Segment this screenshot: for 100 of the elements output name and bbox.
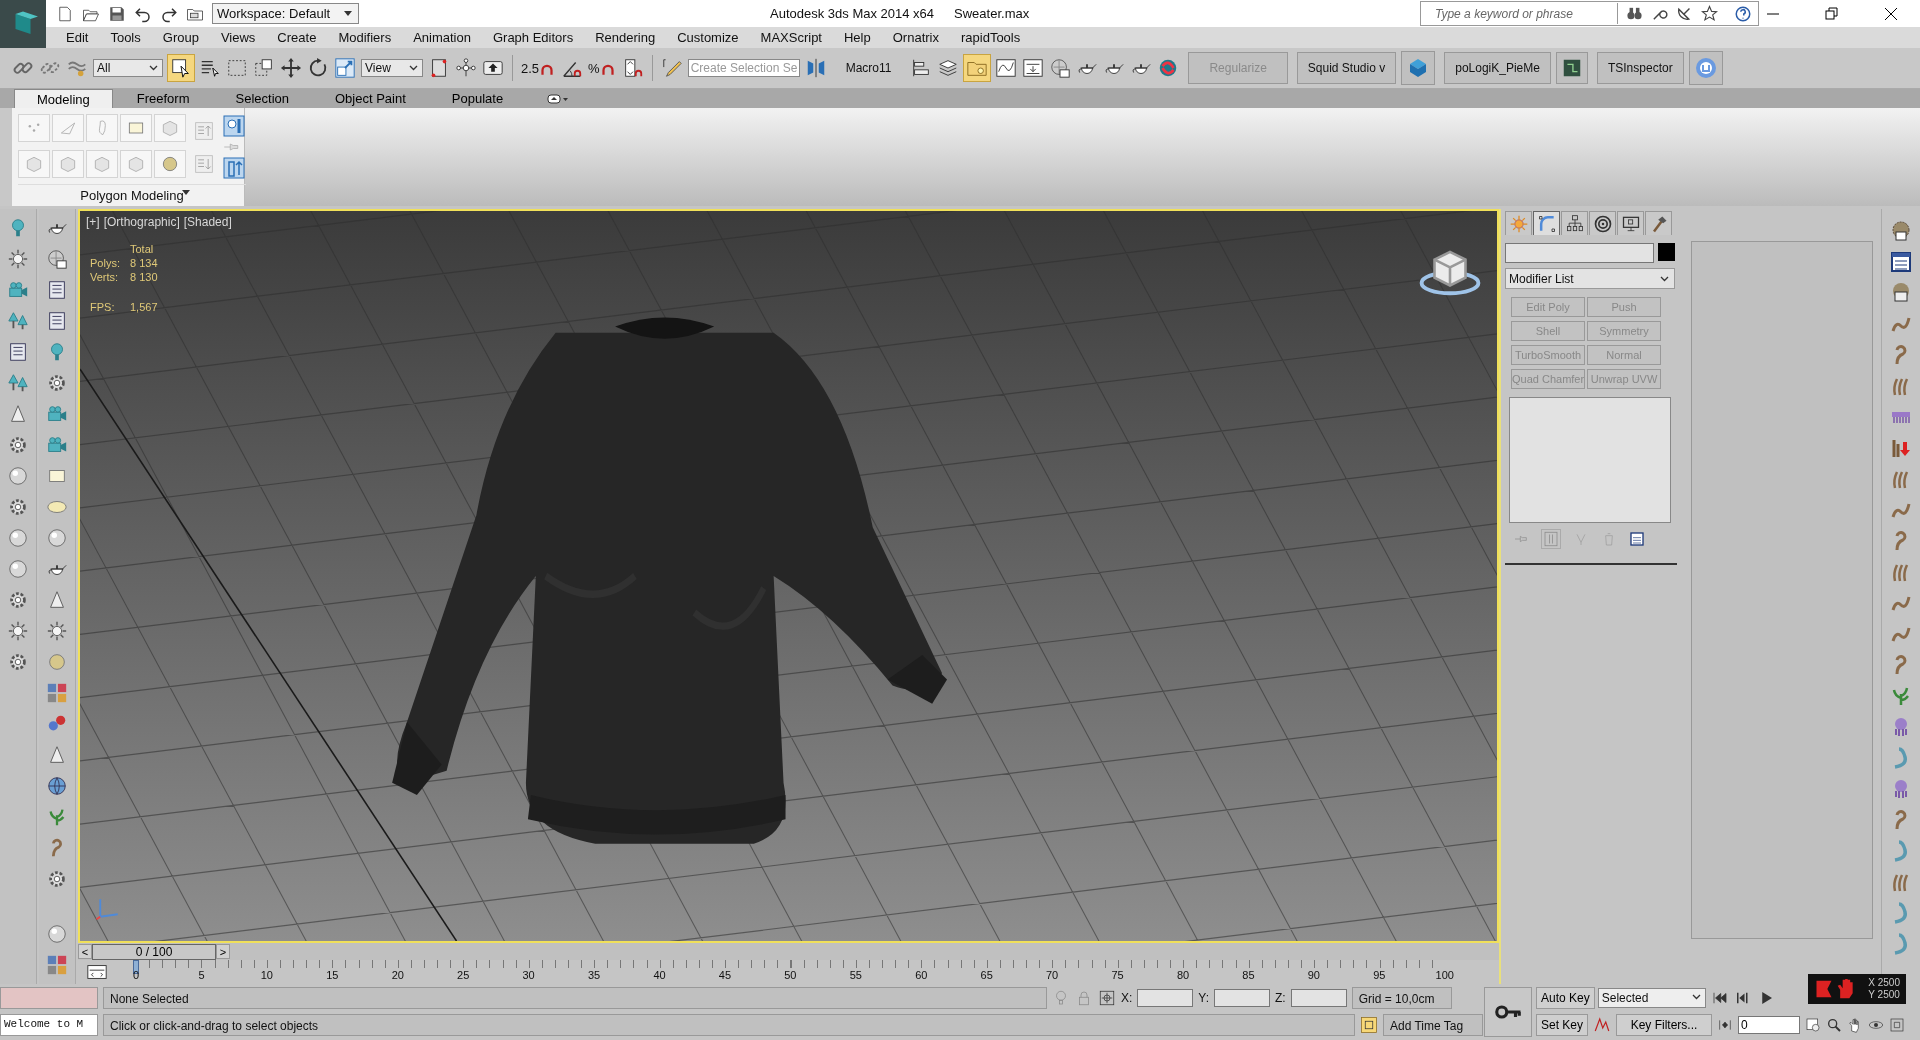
viewport-label[interactable]: [+] bbox=[86, 215, 100, 229]
object-name-field[interactable] bbox=[1505, 243, 1654, 263]
list-panel-icon[interactable] bbox=[46, 310, 68, 332]
scale-icon[interactable] bbox=[334, 57, 356, 79]
selection-filter-dropdown[interactable]: All bbox=[93, 59, 163, 77]
time-config-icon[interactable] bbox=[1805, 1016, 1822, 1033]
help-icon[interactable] bbox=[1734, 4, 1752, 23]
caret-icon[interactable] bbox=[182, 190, 190, 195]
ribbon-tab[interactable]: Selection bbox=[213, 89, 311, 108]
menu-item[interactable]: Customize bbox=[666, 30, 750, 45]
tile-grid-icon[interactable] bbox=[46, 682, 68, 704]
maxscript-output[interactable]: Welcome to M bbox=[0, 1013, 98, 1036]
reference-coordinate-dropdown[interactable]: View bbox=[361, 59, 423, 77]
binoculars-icon[interactable] bbox=[1626, 5, 1643, 22]
sun-icon[interactable] bbox=[7, 620, 29, 642]
time-slider-handle[interactable]: 0 / 100 bbox=[92, 943, 216, 960]
zoom-icon[interactable] bbox=[1826, 1016, 1843, 1033]
tray-window-icon[interactable] bbox=[1022, 57, 1045, 79]
menu-item[interactable]: MAXScript bbox=[749, 30, 833, 45]
gear-icon[interactable] bbox=[46, 868, 68, 890]
add-time-tag-field[interactable]: Add Time Tag bbox=[1383, 1013, 1483, 1036]
caret-icon[interactable] bbox=[409, 65, 418, 71]
dashed-rectangle-icon[interactable] bbox=[226, 57, 248, 79]
pencil-icon[interactable] bbox=[660, 57, 683, 79]
app-logo-button[interactable] bbox=[0, 0, 46, 48]
layers-icon[interactable] bbox=[937, 57, 960, 79]
viewport-label[interactable]: [Shaded] bbox=[183, 215, 232, 229]
graph-window-icon[interactable] bbox=[995, 57, 1018, 79]
stack-panel-icon[interactable] bbox=[222, 156, 246, 180]
list-panel-icon[interactable] bbox=[46, 279, 68, 301]
globe-icon[interactable] bbox=[46, 775, 68, 797]
key-filters-button[interactable]: Key Filters... bbox=[1616, 1013, 1713, 1036]
menu-item[interactable]: Graph Editors bbox=[481, 30, 585, 45]
custom-toolbar-button[interactable]: Squid Studio v bbox=[1296, 52, 1397, 84]
custom-toolbar-button[interactable]: poLogiK_PieMe bbox=[1444, 52, 1551, 84]
ribbon-options-icon[interactable] bbox=[547, 93, 570, 105]
gear-icon[interactable] bbox=[46, 372, 68, 394]
object-color-swatch[interactable] bbox=[1658, 243, 1675, 261]
new-file-icon[interactable] bbox=[56, 4, 74, 23]
menu-item[interactable]: Rendering bbox=[584, 30, 667, 45]
menu-item[interactable]: Create bbox=[266, 30, 328, 45]
tag-square-icon[interactable] bbox=[1360, 1015, 1378, 1034]
star-icon[interactable] bbox=[1701, 5, 1718, 22]
viewport[interactable]: [+] [Orthographic] [Shaded] Total Polys: 8 134 Verts: 8 130 FPS: 1,567 bbox=[78, 209, 1499, 943]
round-badge-icon[interactable] bbox=[1693, 56, 1718, 80]
sphere-icon[interactable] bbox=[46, 923, 68, 945]
command-panel-tab[interactable] bbox=[1533, 211, 1560, 235]
ribbon-tab[interactable]: Object Paint bbox=[313, 89, 428, 108]
menu-item[interactable]: Help bbox=[833, 30, 882, 45]
menu-item[interactable]: Tools bbox=[99, 30, 152, 45]
next-frame-button[interactable]: > bbox=[216, 944, 230, 959]
move-icon[interactable] bbox=[280, 57, 302, 79]
auto-key-button[interactable]: Auto Key bbox=[1536, 986, 1595, 1009]
checker-sphere-icon[interactable] bbox=[1049, 57, 1072, 79]
menu-item[interactable]: Edit bbox=[55, 30, 100, 45]
menu-window-icon[interactable] bbox=[1889, 250, 1913, 274]
gear-icon[interactable] bbox=[7, 651, 29, 673]
sun-icon[interactable] bbox=[7, 248, 29, 270]
config-window-icon[interactable] bbox=[1629, 531, 1645, 547]
sphere-icon[interactable] bbox=[7, 558, 29, 580]
current-frame-field[interactable]: 0 bbox=[1738, 1015, 1801, 1034]
close-icon[interactable] bbox=[1884, 6, 1898, 21]
workspace-dropdown[interactable]: Workspace: Default bbox=[212, 3, 360, 24]
hair-ball-icon[interactable] bbox=[1889, 219, 1913, 243]
percent-snap-label[interactable]: % bbox=[588, 60, 600, 76]
menu-item[interactable]: Ornatrix bbox=[881, 30, 950, 45]
x-coordinate-field[interactable] bbox=[1137, 988, 1194, 1007]
cursor-icon[interactable] bbox=[170, 57, 192, 79]
ribbon-tab[interactable]: Populate bbox=[429, 89, 526, 108]
gear-icon[interactable] bbox=[7, 589, 29, 611]
target-square-icon[interactable] bbox=[1098, 988, 1116, 1007]
menu-item[interactable]: Animation bbox=[402, 30, 482, 45]
maxscript-listener-field[interactable] bbox=[0, 986, 98, 1009]
sphere-icon[interactable] bbox=[7, 465, 29, 487]
z-coordinate-field[interactable] bbox=[1290, 988, 1347, 1007]
satellite-dish-icon[interactable] bbox=[1676, 5, 1693, 22]
maximize-icon[interactable] bbox=[1889, 1016, 1906, 1033]
menu-item[interactable]: Group bbox=[151, 30, 210, 45]
ribbon-tab[interactable]: Freeform bbox=[114, 89, 212, 108]
sun-icon[interactable] bbox=[46, 620, 68, 642]
rotate-icon[interactable] bbox=[307, 57, 329, 79]
custom-toolbar-button[interactable]: TSInspector bbox=[1596, 52, 1684, 84]
menu-item[interactable]: Views bbox=[209, 30, 267, 45]
set-key-mode-button[interactable]: Set Key bbox=[1536, 1013, 1589, 1036]
tile-grid-icon[interactable] bbox=[46, 954, 68, 976]
macro-button[interactable]: Macro11 bbox=[831, 61, 906, 75]
menu-item[interactable]: rapidTools bbox=[949, 30, 1032, 45]
key-curve-icon[interactable] bbox=[1593, 1015, 1612, 1034]
lightbulb-panel-icon[interactable] bbox=[222, 114, 246, 138]
command-panel-tab[interactable] bbox=[1645, 211, 1672, 235]
y-coordinate-field[interactable] bbox=[1214, 988, 1271, 1007]
modifier-stack-list[interactable] bbox=[1509, 397, 1671, 523]
list-panel-icon[interactable] bbox=[7, 341, 29, 363]
sphere-icon[interactable] bbox=[46, 527, 68, 549]
key-mode-dropdown[interactable]: Selected bbox=[1597, 987, 1706, 1008]
tree-icon[interactable] bbox=[7, 372, 29, 394]
checker-sphere-icon[interactable] bbox=[46, 248, 68, 270]
command-panel-tab[interactable] bbox=[1561, 211, 1588, 235]
sphere-icon[interactable] bbox=[7, 527, 29, 549]
caret-icon[interactable] bbox=[344, 11, 353, 16]
